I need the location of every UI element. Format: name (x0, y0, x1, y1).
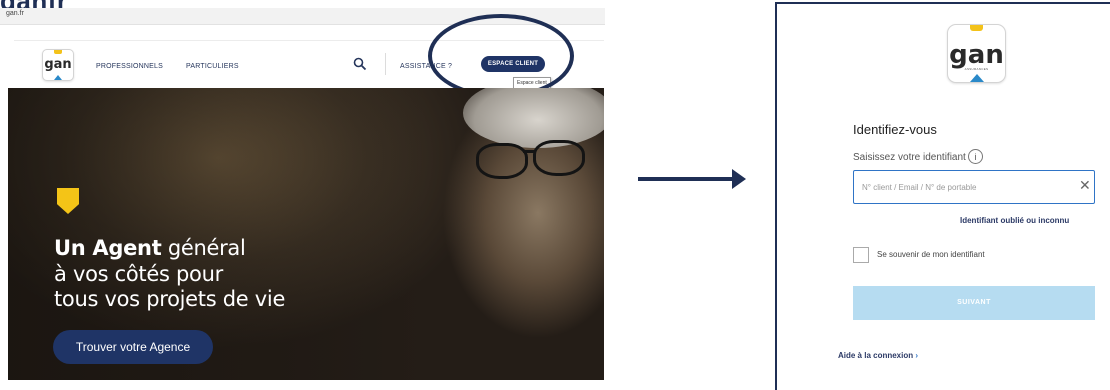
remember-label: Se souvenir de mon identifiant (877, 250, 985, 259)
login-panel: gan ASSURANCES Identifiez-vous Saisissez… (775, 2, 1110, 390)
login-heading: Identifiez-vous (853, 122, 937, 137)
help-link[interactable]: Aide à la connexion › (838, 351, 918, 360)
logo-yellow-cap (970, 25, 983, 31)
nav-link-professionals[interactable]: PROFESSIONNELS (96, 63, 163, 70)
hero-photo-glasses-left (476, 143, 528, 179)
hero-headline-line1: Un Agent général (54, 236, 246, 260)
gan-logo: gan ASSURANCES (947, 24, 1006, 83)
submit-button[interactable]: SUIVANT (853, 286, 1095, 320)
logo-subtext: ASSURANCES (964, 67, 989, 71)
arrow-head-icon (732, 169, 746, 189)
logo-yellow-cap (54, 50, 62, 54)
identifier-label: Saisissez votre identifiant (853, 152, 966, 163)
hero-photo-glasses-right (533, 140, 585, 176)
logo-house-icon (54, 75, 62, 80)
arrow-right-icon (638, 177, 738, 181)
logo-text: gan (949, 40, 1004, 70)
forgot-identifier-link[interactable]: Identifiant oublié ou inconnu (960, 216, 1069, 225)
highlight-ring-annotation (428, 14, 574, 98)
hero-banner: Un Agent général à vos côtés pour tous v… (8, 88, 604, 380)
hero-photo-glasses-bridge (523, 150, 535, 153)
remember-checkbox[interactable] (853, 247, 869, 263)
url-text: gan.fr (6, 10, 24, 17)
identifier-input[interactable] (853, 170, 1095, 204)
hero-headline-line2: à vos côtés pour (54, 262, 223, 286)
help-link-text: Aide à la connexion (838, 351, 914, 360)
logo-text: gan (44, 57, 72, 72)
find-agency-button[interactable]: Trouver votre Agence (53, 330, 213, 364)
gan-logo[interactable]: gan (42, 49, 74, 81)
hero-photo-hair (463, 88, 604, 148)
info-icon[interactable]: i (968, 149, 983, 164)
clear-icon[interactable]: ✕ (1079, 177, 1091, 194)
search-icon[interactable] (353, 57, 367, 71)
nav-link-individuals[interactable]: PARTICULIERS (186, 63, 239, 70)
chevron-right-icon: › (915, 351, 919, 360)
hero-headline-bold: Un Agent (54, 236, 162, 260)
nav-divider (385, 53, 386, 75)
hero-headline-rest: général (161, 236, 246, 260)
logo-house-icon (970, 74, 984, 82)
hero-headline-line3: tous vos projets de vie (54, 287, 286, 311)
